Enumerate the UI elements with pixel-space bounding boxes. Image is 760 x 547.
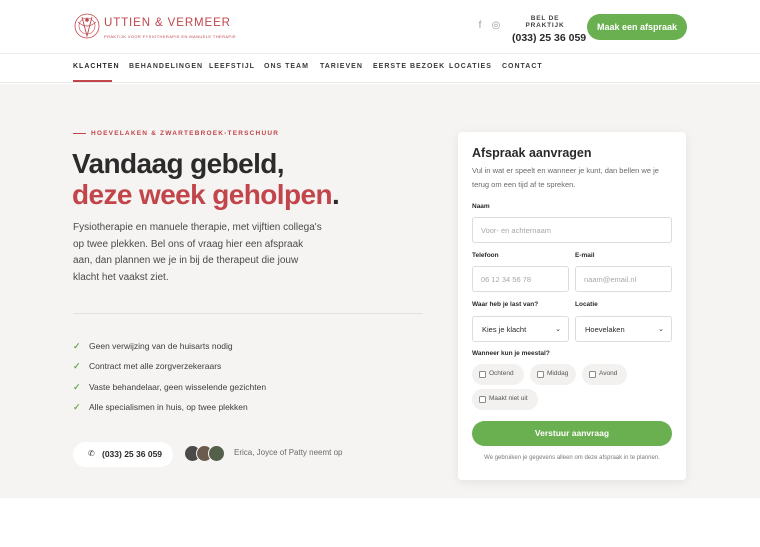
avatar [208,445,225,462]
checkbox[interactable] [479,396,486,403]
phone-label: Telefoon [472,252,499,259]
hero-divider [73,313,423,314]
eyebrow-line [73,133,86,134]
headline-period: . [331,179,340,210]
facebook-icon[interactable]: f [474,20,486,32]
check-icon: ✓ [73,361,81,372]
check-icon: ✓ [73,381,81,392]
hero-intro: Fysiotherapie en manuele therapie, met v… [73,222,322,283]
email-label: E-mail [575,252,595,259]
when-option-label: Avond [599,370,618,377]
when-option-ochtend[interactable]: Ochtend [472,364,524,385]
nav-item-ons-team[interactable]: ONS TEAM [264,63,309,70]
name-field[interactable] [472,217,672,243]
call-number[interactable]: (033) 25 36 059 [512,32,586,44]
when-option-maakt-niet-uit[interactable]: Maakt niet uit [472,389,538,410]
checkbox[interactable] [537,371,544,378]
check-icon: ✓ [73,341,81,351]
hero-headline: Vandaag gebeld, deze week geholpen. [72,148,340,210]
logo-mark-icon [74,13,100,39]
headline-line-2: deze week geholpen. [72,179,340,210]
hero-eyebrow: HOEVELAKEN & ZWARTEBROEK-TERSCHUUR [91,130,280,137]
nav-item-locaties[interactable]: LOCATIES [449,63,492,70]
logo[interactable]: UTTIEN & VERMEER PRAKTIJK VOOR FYSIOTHER… [72,10,236,44]
make-appointment-button[interactable]: Maak een afspraak [587,14,687,40]
logo-name: UTTIEN & VERMEER [104,17,231,29]
nav-active-indicator [73,80,112,82]
phone-icon: ✆ [88,449,95,458]
phone-field[interactable] [472,266,569,292]
instagram-icon[interactable]: ◎ [490,20,502,32]
logo-tagline: PRAKTIJK VOOR FYSIOTHERAPIE EN MANUELE T… [104,34,237,39]
privacy-note: We gebruiken je gegevens alleen om deze … [484,455,660,461]
nav-item-behandelingen[interactable]: BEHANDELINGEN [129,63,203,70]
checkbox[interactable] [589,371,596,378]
headline-accent: deze week geholpen [72,179,333,210]
call-label: BEL DE PRAKTIJK [525,15,565,29]
chevron-down-icon: ⌄ [555,326,561,333]
when-option-label: Middag [547,370,569,377]
checkbox[interactable] [479,371,486,378]
location-label: Locatie [575,301,598,308]
benefit-text: Geen verwijzing van de huisarts nodig [89,341,233,351]
headline-line-1: Vandaag gebeld, [72,148,285,179]
call-button-label: (033) 25 36 059 [102,449,163,459]
call-block: BEL DE PRAKTIJK (033) 25 36 059 [512,15,586,44]
when-option-label: Maakt niet uit [489,395,528,402]
when-option-middag[interactable]: Middag [530,364,576,385]
form-description: Vul in wat er speelt en wanneer je kunt,… [472,166,659,189]
call-button[interactable]: ✆ (033) 25 36 059 [73,442,173,467]
submit-button[interactable]: Verstuur aanvraag [472,421,672,446]
name-label: Naam [472,203,490,210]
when-label: Wanneer kun je meestal? [472,350,550,357]
benefit-text: Vaste behandelaar, geen wisselende gezic… [89,381,267,392]
location-select-value: Hoevelaken [585,325,625,334]
complaint-select-value: Kies je klacht [482,325,527,334]
nav-item-tarieven[interactable]: TARIEVEN [320,63,363,70]
complaint-label: Waar heb je last van? [472,301,539,308]
nav-item-eerste-bezoek[interactable]: EERSTE BEZOEK [373,63,445,70]
team-avatars [184,445,228,463]
nav-item-leefstijl[interactable]: LEEFSTIJL [209,63,255,70]
chevron-down-icon: ⌄ [658,326,664,333]
when-option-label: Ochtend [489,370,514,377]
site-header: UTTIEN & VERMEER PRAKTIJK VOOR FYSIOTHER… [0,0,760,54]
nav-item-contact[interactable]: CONTACT [502,63,543,70]
form-title: Afspraak aanvragen [472,146,592,160]
location-select[interactable]: Hoevelaken ⌄ [575,316,672,342]
team-text: Erica, Joyce of Patty neemt op [234,448,343,457]
benefit-text: Alle specialismen in huis, op twee plekk… [89,401,248,412]
when-option-avond[interactable]: Avond [582,364,627,385]
email-field[interactable] [575,266,672,292]
nav-item-klachten[interactable]: KLACHTEN [73,63,120,70]
complaint-select[interactable]: Kies je klacht ⌄ [472,316,569,342]
benefit-text: Contract met alle zorgverzekeraars [89,361,222,372]
main-nav: KLACHTEN BEHANDELINGEN LEEFSTIJL ONS TEA… [0,54,760,83]
check-icon: ✓ [73,401,81,412]
appointment-form: Afspraak aanvragen Vul in wat er speelt … [458,132,686,480]
